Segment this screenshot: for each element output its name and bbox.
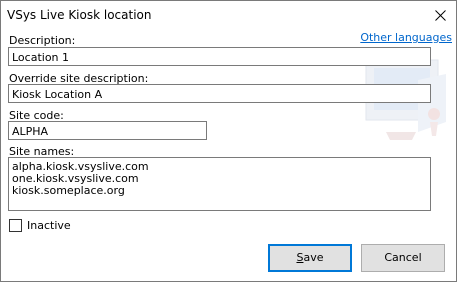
site-names-textarea[interactable]: alpha.kiosk.vsyslive.com one.kiosk.vsysl… — [8, 157, 431, 211]
override-site-description-input[interactable] — [8, 84, 431, 103]
dialog-content: Other languages Description: Override si… — [1, 30, 456, 281]
description-input[interactable] — [8, 47, 431, 66]
site-name-line: kiosk.someplace.org — [12, 184, 125, 197]
title-bar[interactable]: VSys Live Kiosk location — [1, 1, 456, 30]
site-code-input[interactable] — [8, 121, 207, 140]
dialog-window: VSys Live Kiosk location Other languages… — [0, 0, 457, 282]
inactive-checkbox[interactable] — [9, 219, 22, 232]
window-title: VSys Live Kiosk location — [7, 8, 152, 22]
save-button[interactable]: Save — [268, 244, 352, 272]
inactive-label[interactable]: Inactive — [27, 219, 71, 232]
other-languages-link[interactable]: Other languages — [360, 31, 452, 44]
save-label-rest: ave — [303, 251, 324, 264]
cancel-button[interactable]: Cancel — [361, 244, 445, 272]
description-label: Description: — [9, 34, 76, 47]
close-icon — [435, 10, 446, 21]
close-button[interactable] — [424, 1, 456, 30]
